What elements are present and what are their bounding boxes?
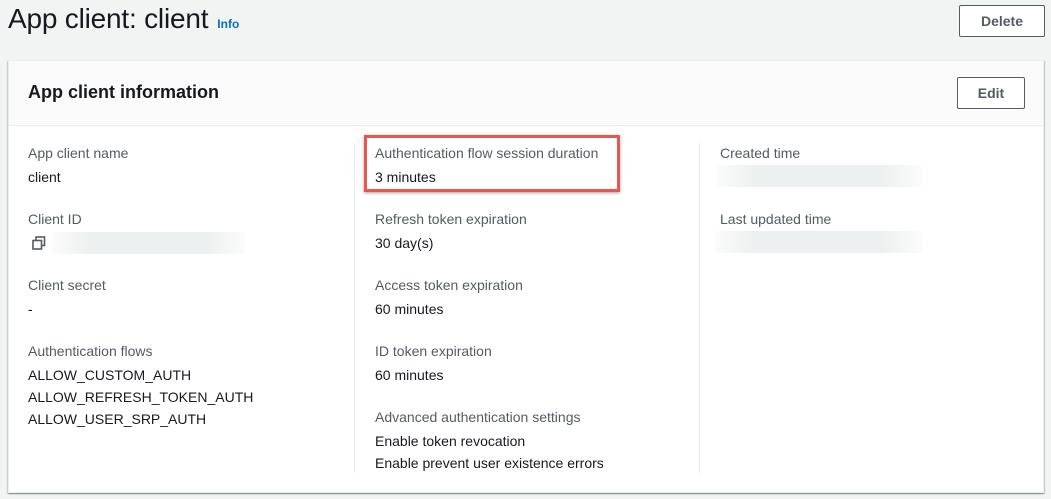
delete-button[interactable]: Delete [959,5,1045,37]
access-token-label: Access token expiration [375,277,523,293]
page-header: App client: client Info [8,0,239,40]
created-time-label: Created time [720,145,801,161]
advanced-auth-field: Advanced authentication settings Enable … [375,407,604,474]
created-time-field: Created time [720,143,800,163]
client-id-value-redacted [52,232,246,254]
auth-flows-label: Authentication flows [28,343,153,359]
client-id-field: Client ID [28,209,82,229]
app-client-name-label: App client name [28,145,129,161]
client-id-label: Client ID [28,211,82,227]
last-updated-label: Last updated time [720,211,832,227]
auth-flows-list: ALLOW_CUSTOM_AUTH ALLOW_REFRESH_TOKEN_AU… [28,364,253,430]
refresh-token-value: 30 day(s) [375,235,434,251]
id-token-label: ID token expiration [375,343,492,359]
client-secret-label: Client secret [28,277,106,293]
highlight-box [364,135,620,192]
access-token-value: 60 minutes [375,301,444,317]
refresh-token-field: Refresh token expiration 30 day(s) [375,209,527,254]
auth-flow-item: ALLOW_USER_SRP_AUTH [28,411,207,427]
access-token-field: Access token expiration 60 minutes [375,275,523,320]
page-title: App client: client [8,3,209,34]
client-secret-value: - [28,301,33,317]
info-link[interactable]: Info [217,17,239,31]
id-token-value: 60 minutes [375,367,444,383]
last-updated-value-redacted [714,231,922,253]
id-token-field: ID token expiration 60 minutes [375,341,492,386]
advanced-setting-item: Enable token revocation [375,433,526,449]
advanced-setting-item: Enable prevent user existence errors [375,455,604,471]
container-title: App client information [28,82,219,102]
edit-button[interactable]: Edit [957,77,1025,109]
advanced-auth-list: Enable token revocation Enable prevent u… [375,430,604,474]
container-header: App client information [9,61,1043,126]
refresh-token-label: Refresh token expiration [375,211,527,227]
auth-flows-field: Authentication flows ALLOW_CUSTOM_AUTH A… [28,341,253,430]
app-client-name-value: client [28,169,61,185]
auth-flow-item: ALLOW_REFRESH_TOKEN_AUTH [28,389,254,405]
app-client-name-field: App client name client [28,143,128,188]
copy-icon[interactable] [32,236,46,250]
auth-flow-item: ALLOW_CUSTOM_AUTH [28,367,192,383]
client-secret-field: Client secret - [28,275,106,320]
column-divider-2 [699,143,700,473]
column-divider-1 [354,143,355,473]
page: App client: client Info Delete App clien… [0,0,1051,499]
created-time-value-redacted [716,165,922,187]
advanced-auth-label: Advanced authentication settings [375,409,581,425]
last-updated-field: Last updated time [720,209,831,229]
